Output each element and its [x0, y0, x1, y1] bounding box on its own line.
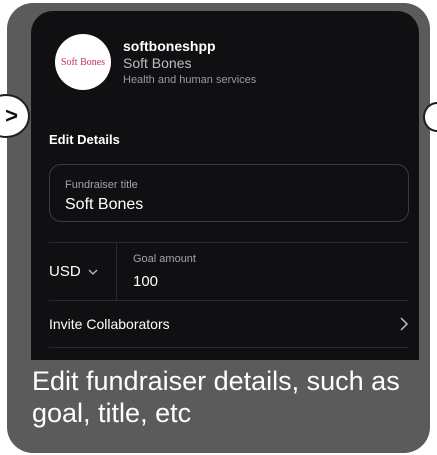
feature-caption: Edit fundraiser details, such as goal, t… — [32, 366, 400, 428]
invite-collaborators-label: Invite Collaborators — [49, 315, 170, 332]
goal-row: USD Goal amount 100 — [49, 242, 409, 301]
fundraiser-profile: Soft Bones softboneshpp Soft Bones Healt… — [55, 34, 256, 90]
fundraiser-title-input[interactable]: Soft Bones — [65, 196, 143, 214]
profile-handle: softboneshpp — [123, 37, 216, 54]
organization-logo: Soft Bones — [55, 34, 111, 90]
goal-amount-input[interactable]: 100 — [133, 273, 158, 290]
profile-info: softboneshpp Soft Bones Health and human… — [123, 38, 256, 87]
invite-collaborators-row[interactable]: Invite Collaborators — [49, 300, 409, 348]
phone-screen: Soft Bones softboneshpp Soft Bones Healt… — [31, 11, 419, 360]
currency-select[interactable]: USD — [49, 243, 117, 300]
fundraiser-title-field[interactable]: Fundraiser title Soft Bones — [49, 164, 409, 222]
section-title: Edit Details — [49, 132, 120, 147]
feature-card: Soft Bones softboneshpp Soft Bones Healt… — [7, 3, 430, 453]
arrow-icon: > — [5, 103, 18, 128]
logo-text: Soft Bones — [60, 56, 106, 68]
chevron-right-icon — [400, 317, 409, 331]
currency-value: USD — [49, 263, 81, 280]
chevron-down-icon — [88, 269, 98, 275]
profile-category: Health and human services — [123, 73, 257, 86]
goal-amount-label: Goal amount — [133, 253, 196, 265]
fundraiser-title-label: Fundraiser title — [65, 179, 138, 191]
profile-name: Soft Bones — [123, 54, 192, 71]
